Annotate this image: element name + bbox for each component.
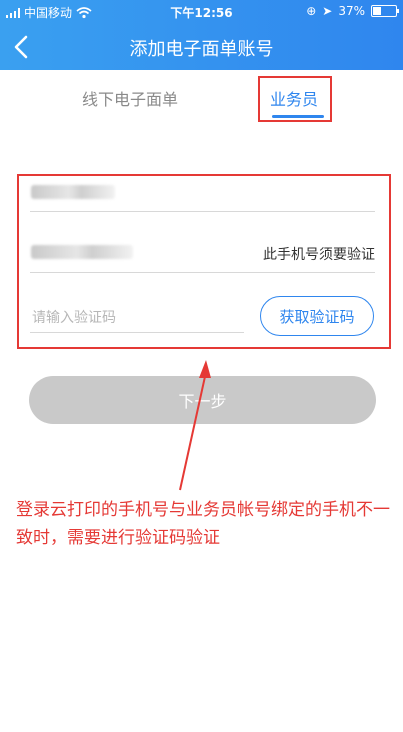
page-title: 添加电子面单账号 (129, 39, 274, 60)
tab-salesman[interactable]: 业务员 (270, 86, 318, 110)
lock-rotation-icon: ⊕ (306, 4, 317, 18)
status-bar: 中国移动 下午12:56 ⊕ ➤ 37% (0, 0, 403, 24)
header-bar: 中国移动 下午12:56 ⊕ ➤ 37% 添加电子面单账号 (0, 0, 403, 70)
account-field-underline (30, 211, 375, 212)
battery-percent: 37% (338, 4, 365, 18)
phone-verify-hint: 此手机号须要验证 (263, 247, 375, 263)
location-icon: ➤ (322, 4, 333, 18)
nav-bar: 添加电子面单账号 (0, 24, 403, 70)
next-step-button[interactable]: 下一步 (29, 376, 376, 424)
verification-code-input[interactable] (30, 304, 248, 332)
tab-offline-waybill[interactable]: 线下电子面单 (82, 86, 178, 110)
annotation-text: 登录云打印的手机号与业务员帐号绑定的手机不一致时，需要进行验证码验证 (16, 500, 390, 548)
get-code-button[interactable]: 获取验证码 (260, 296, 374, 336)
phone-value-masked (31, 245, 133, 259)
phone-field-underline (30, 272, 375, 273)
account-value-masked (31, 185, 115, 199)
tab-bar: 线下电子面单 业务员 (0, 70, 403, 126)
active-tab-indicator (272, 115, 324, 118)
code-field-underline (30, 332, 244, 333)
battery-icon (371, 5, 399, 17)
